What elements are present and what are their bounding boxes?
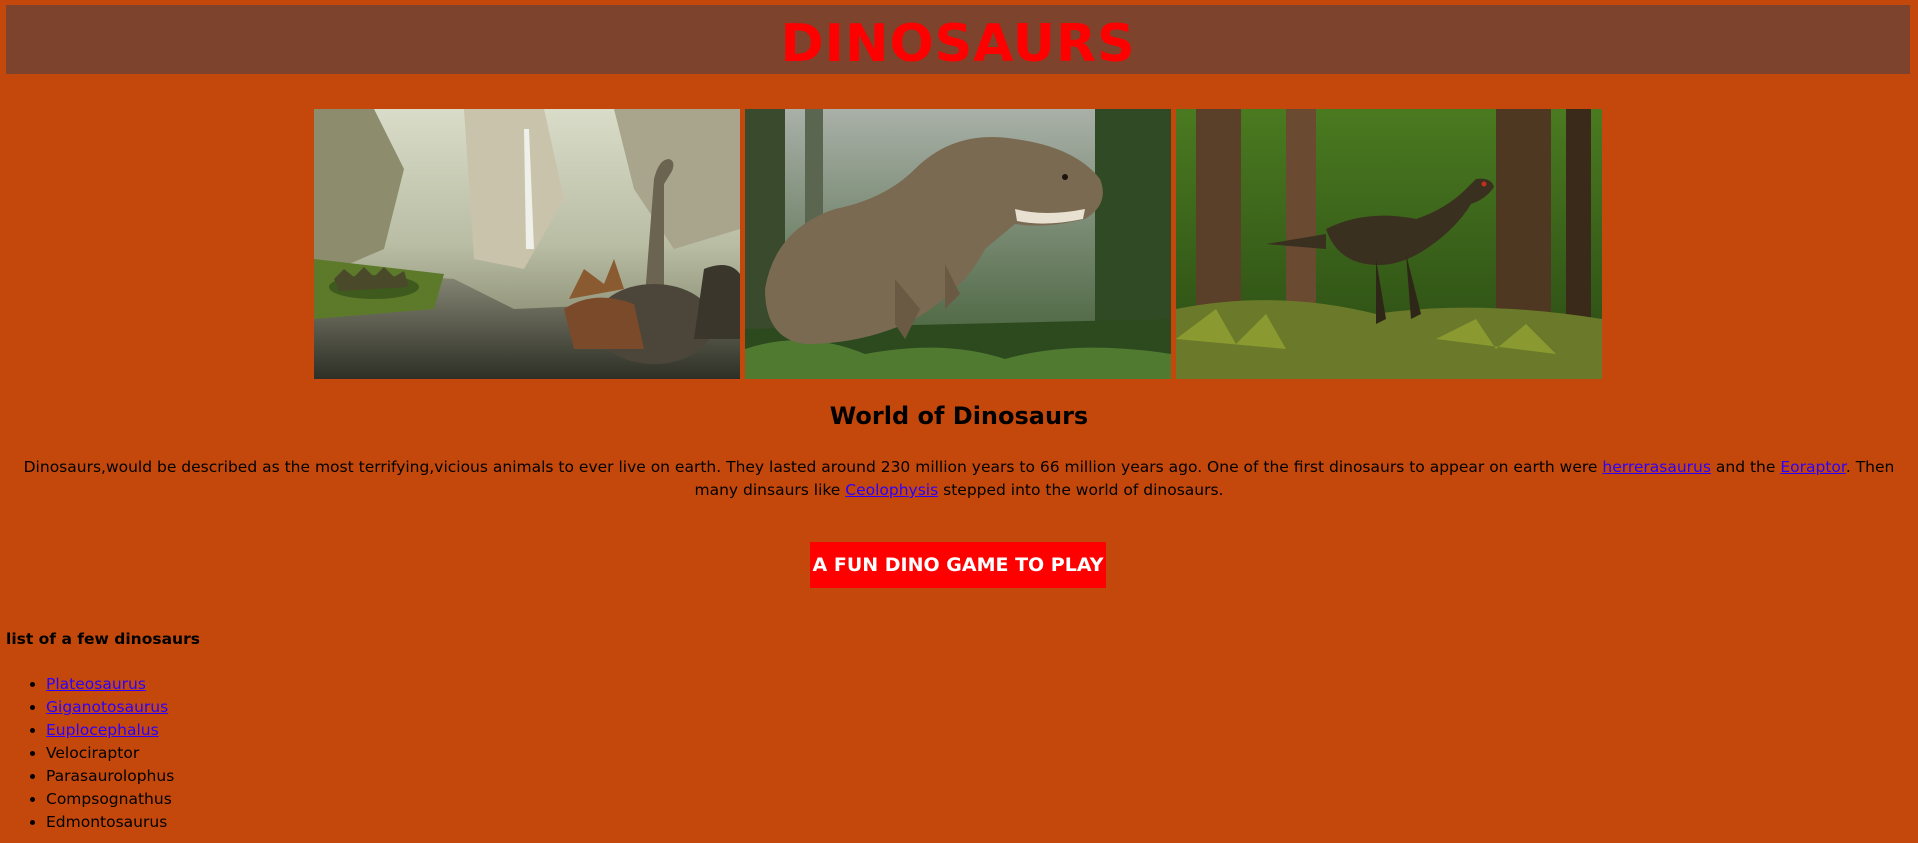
- plateosaurus-link[interactable]: Plateosaurus: [46, 675, 146, 693]
- list-heading: list of a few dinosaurs: [6, 630, 200, 648]
- eoraptor-link[interactable]: Eoraptor: [1780, 458, 1846, 476]
- page-title: DINOSAURS: [780, 14, 1136, 74]
- intro-paragraph: Dinosaurs,would be described as the most…: [6, 456, 1912, 502]
- edmontosaurus-label: Edmontosaurus: [46, 813, 168, 831]
- velociraptor-label: Velociraptor: [46, 744, 140, 762]
- parasaurolophus-label: Parasaurolophus: [46, 767, 175, 785]
- ceolophysis-link[interactable]: Ceolophysis: [845, 481, 938, 499]
- trex-photo: [745, 109, 1171, 379]
- compsognathus-label: Compsognathus: [46, 790, 172, 808]
- image-gallery: [314, 109, 1602, 379]
- intro-text-4: stepped into the world of dinosaurs.: [938, 481, 1224, 499]
- list-item: Velociraptor: [46, 742, 174, 765]
- list-item: Compsognathus: [46, 788, 174, 811]
- list-item: Parasaurolophus: [46, 765, 174, 788]
- intro-text-1: Dinosaurs,would be described as the most…: [23, 458, 1603, 476]
- herrerasaurus-link[interactable]: herrerasaurus: [1602, 458, 1711, 476]
- list-item: Giganotosaurus: [46, 696, 174, 719]
- velociraptor-photo: [1176, 109, 1602, 379]
- euplocephalus-link[interactable]: Euplocephalus: [46, 721, 159, 739]
- list-item: Edmontosaurus: [46, 811, 174, 834]
- list-item: Plateosaurus: [46, 673, 174, 696]
- dinosaur-list: Plateosaurus Giganotosaurus Euplocephalu…: [6, 673, 174, 834]
- giganotosaurus-link[interactable]: Giganotosaurus: [46, 698, 168, 716]
- section-title: World of Dinosaurs: [829, 402, 1089, 430]
- list-item: Euplocephalus: [46, 719, 174, 742]
- intro-text-2: and the: [1710, 458, 1781, 476]
- dino-game-button[interactable]: A FUN DINO GAME TO PLAY: [810, 542, 1106, 588]
- prehistoric-landscape-photo: [314, 109, 740, 379]
- page-header: DINOSAURS: [6, 5, 1910, 74]
